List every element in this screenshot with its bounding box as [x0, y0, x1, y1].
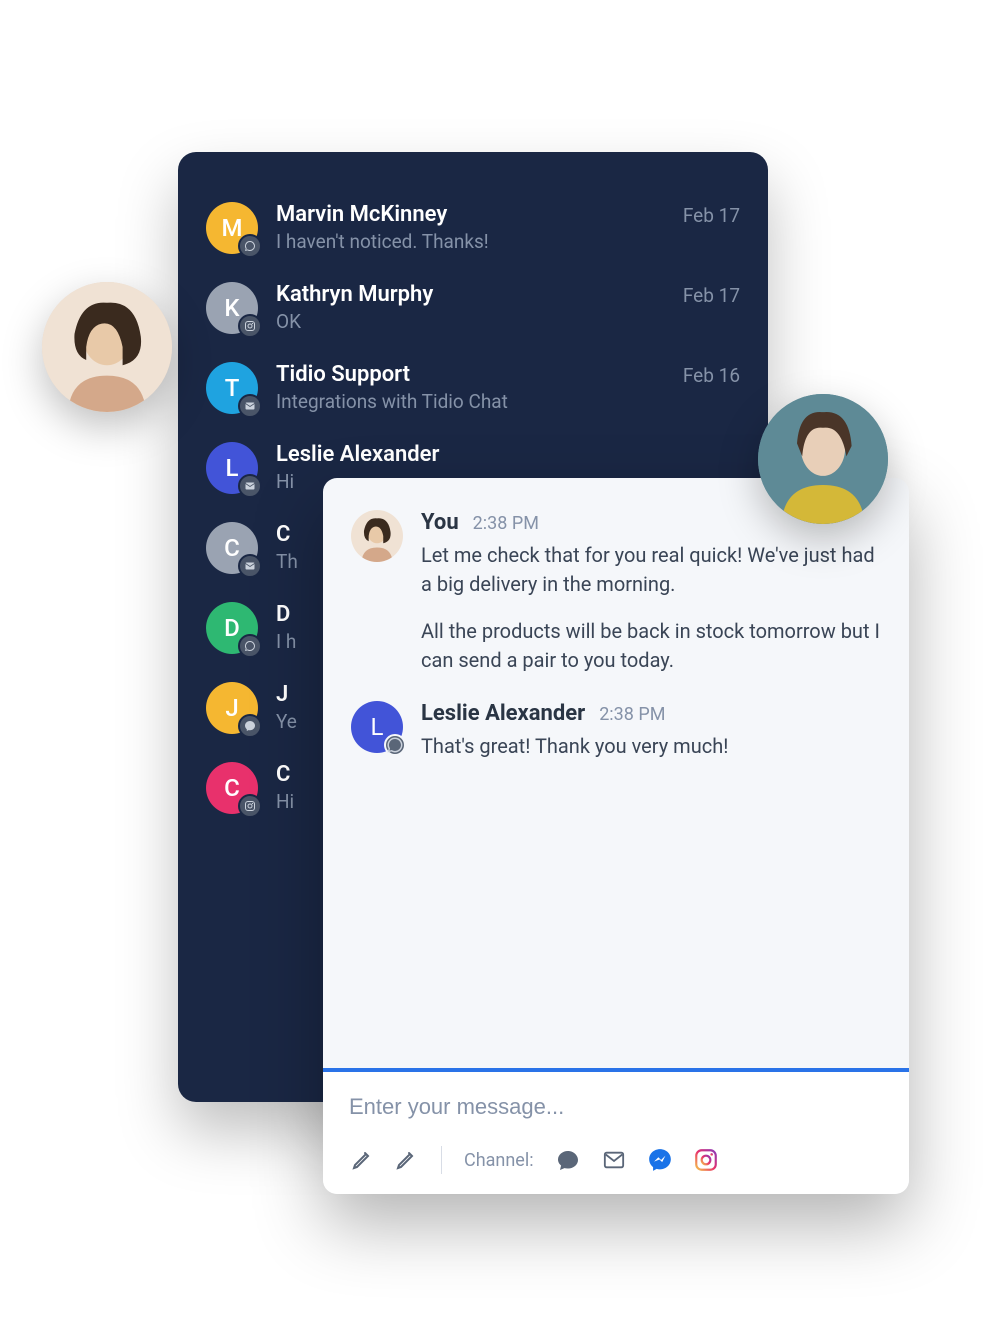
instagram-icon: [238, 794, 262, 818]
message-text: That's great! Thank you very much!: [421, 732, 881, 761]
conversation-date: Feb 16: [683, 362, 740, 387]
conversation-item[interactable]: M Marvin McKinneyI haven't noticed. Thank…: [206, 188, 740, 268]
email-icon: [238, 554, 262, 578]
conversation-name: Kathryn Murphy: [276, 282, 665, 308]
messenger-channel-icon[interactable]: [646, 1146, 674, 1174]
conversation-snippet: I haven't noticed. Thanks!: [276, 230, 665, 253]
operator-avatar: [42, 282, 172, 412]
whatsapp-icon: [384, 734, 406, 756]
message-text: Let me check that for you real quick! We…: [421, 541, 881, 675]
message-sender: You: [421, 510, 459, 535]
whatsapp-icon: [238, 634, 262, 658]
chat-message: L Leslie Alexander 2:38 PM That's great!…: [351, 701, 881, 761]
message-avatar: L: [351, 701, 403, 753]
conversation-avatar: M: [206, 202, 258, 254]
message-input[interactable]: [349, 1094, 883, 1120]
conversation-avatar: J: [206, 682, 258, 734]
conversation-snippet: OK: [276, 310, 665, 333]
conversation-item[interactable]: K Kathryn MurphyOK Feb 17: [206, 268, 740, 348]
message-avatar: [351, 510, 403, 562]
pencil-icon[interactable]: [349, 1147, 375, 1173]
instagram-channel-icon[interactable]: [692, 1146, 720, 1174]
email-icon: [238, 474, 262, 498]
conversation-avatar: T: [206, 362, 258, 414]
chat-panel: You 2:38 PM Let me check that for you re…: [323, 478, 909, 1194]
toolbar-separator: [441, 1146, 442, 1174]
conversation-avatar: D: [206, 602, 258, 654]
conversation-name: Tidio Support: [276, 362, 665, 388]
conversation-date: Feb 17: [683, 202, 740, 227]
conversation-name: Marvin McKinney: [276, 202, 665, 228]
instagram-icon: [238, 314, 262, 338]
pencil-icon[interactable]: [393, 1147, 419, 1173]
conversation-name: Leslie Alexander: [276, 442, 722, 468]
customer-avatar: [758, 394, 888, 524]
message-time: 2:38 PM: [473, 513, 539, 534]
conversation-avatar: C: [206, 762, 258, 814]
whatsapp-icon: [238, 234, 262, 258]
messenger-icon: [238, 714, 262, 738]
chat-message: You 2:38 PM Let me check that for you re…: [351, 510, 881, 675]
chat-input-area: Channel:: [323, 1072, 909, 1194]
chat-channel-icon[interactable]: [554, 1146, 582, 1174]
conversation-avatar: C: [206, 522, 258, 574]
email-channel-icon[interactable]: [600, 1146, 628, 1174]
channel-label: Channel:: [464, 1150, 534, 1171]
chat-toolbar: Channel:: [349, 1146, 883, 1174]
conversation-avatar: K: [206, 282, 258, 334]
chat-messages-area: You 2:38 PM Let me check that for you re…: [323, 478, 909, 1068]
email-icon: [238, 394, 262, 418]
conversation-avatar: L: [206, 442, 258, 494]
message-sender: Leslie Alexander: [421, 701, 585, 726]
conversation-item[interactable]: T Tidio SupportIntegrations with Tidio Ch…: [206, 348, 740, 428]
conversation-snippet: Integrations with Tidio Chat: [276, 390, 665, 413]
message-time: 2:38 PM: [599, 704, 665, 725]
conversation-date: Feb 17: [683, 282, 740, 307]
